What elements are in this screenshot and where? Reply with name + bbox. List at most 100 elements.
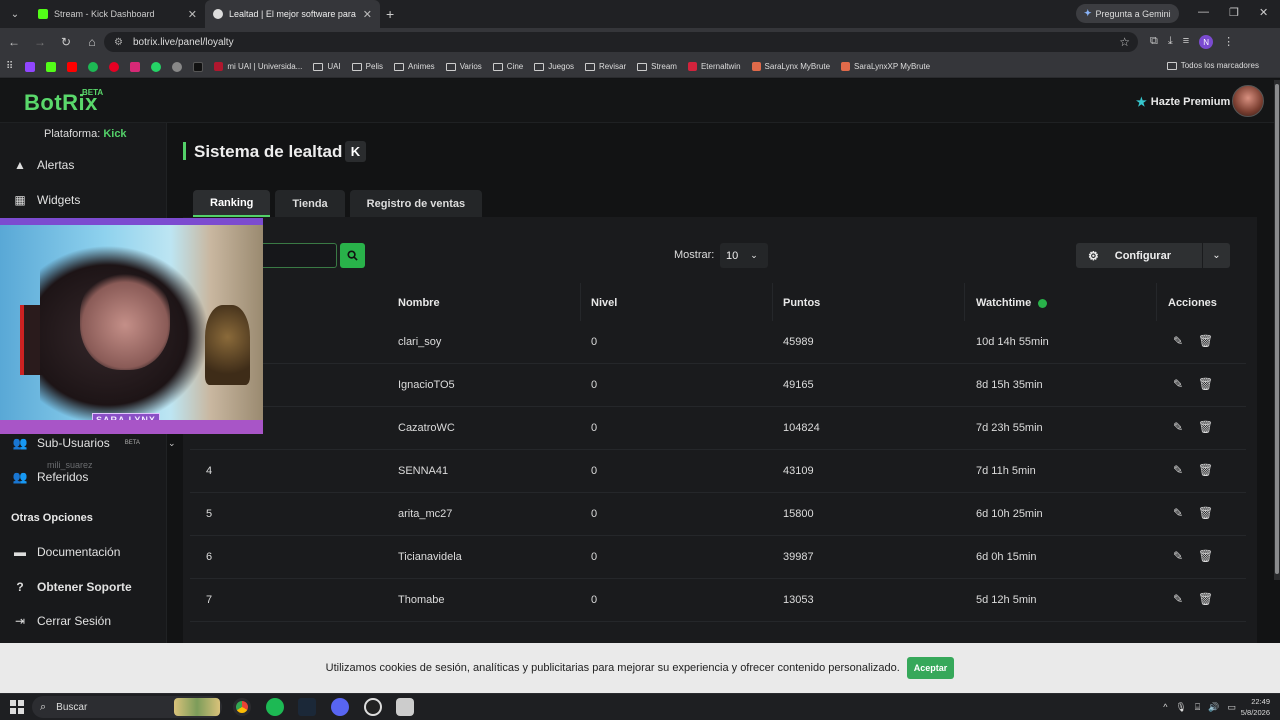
edit-icon[interactable]: ✎ <box>1173 463 1183 477</box>
menu-kebab-icon[interactable]: ⋮ <box>1223 35 1234 49</box>
sidebar-item-widgets[interactable]: ▦ Widgets <box>12 193 80 207</box>
windows-start-icon[interactable] <box>10 700 24 714</box>
bookmark-folder[interactable]: Revisar <box>585 62 626 71</box>
sidebar-item-label: Referidos <box>37 470 89 484</box>
download-icon[interactable]: ⤓ <box>1168 35 1173 49</box>
gemini-button[interactable]: ✦ Pregunta a Gemini <box>1076 4 1179 23</box>
threads-icon[interactable] <box>172 61 183 72</box>
trash-icon[interactable]: 🗑 <box>1198 377 1213 391</box>
trash-icon[interactable]: 🗑 <box>1198 592 1213 606</box>
bookmark-folder[interactable]: Varios <box>445 62 482 71</box>
sidebar-item-soporte[interactable]: ? Obtener Soporte <box>12 580 131 594</box>
table-row: IgnacioTO5 0 49165 8d 15h 35min ✎ 🗑 <box>190 364 1246 407</box>
sidebar-item-documentacion[interactable]: ▬ Documentación <box>12 545 120 559</box>
trash-icon[interactable]: 🗑 <box>1198 549 1213 563</box>
app-icon[interactable] <box>396 698 414 716</box>
bookmark-folder[interactable]: Juegos <box>534 62 574 71</box>
bookmark-star-icon[interactable]: ☆ <box>1119 35 1130 49</box>
sidebar-item-sub-usuarios[interactable]: 👥 Sub-Usuarios BETA ⌄ <box>12 436 176 450</box>
trash-icon[interactable]: 🗑 <box>1198 420 1213 434</box>
tab-registro-ventas[interactable]: Registro de ventas <box>349 190 483 217</box>
column-header-watchtime[interactable]: Watchtime <box>976 297 1048 309</box>
restore-icon[interactable]: ❐ <box>1229 6 1239 19</box>
spotify-icon[interactable] <box>88 61 99 72</box>
back-icon[interactable]: ← <box>2 35 26 49</box>
browser-tab-kick[interactable]: Stream - Kick Dashboard ✕ <box>30 0 205 28</box>
browser-tab-lealtad[interactable]: Lealtad | El mejor software para ✕ <box>205 0 380 28</box>
kick-icon[interactable] <box>46 61 57 72</box>
chrome-icon[interactable] <box>233 698 251 716</box>
bookmark-mybrute[interactable]: SaraLynx MyBrute <box>751 62 830 71</box>
user-avatar[interactable] <box>1232 85 1264 117</box>
configure-button[interactable]: ⚙ Configurar <box>1076 243 1202 268</box>
bookmark-folder[interactable]: UAI <box>313 62 341 71</box>
reading-list-icon[interactable]: ≡ <box>1183 35 1189 49</box>
obs-icon[interactable] <box>364 698 382 716</box>
premium-button[interactable]: ★ Hazte Premium <box>1136 95 1230 109</box>
search-highlight-icon[interactable] <box>174 698 220 716</box>
trash-icon[interactable]: 🗑 <box>1198 506 1213 520</box>
site-info-icon[interactable]: ⚙ <box>114 37 123 48</box>
home-icon[interactable]: ⌂ <box>80 35 104 49</box>
edit-icon[interactable]: ✎ <box>1173 506 1183 520</box>
network-icon[interactable]: ⌸ <box>1195 702 1200 713</box>
edit-icon[interactable]: ✎ <box>1173 592 1183 606</box>
bookmark-uai[interactable]: mi UAI | Universida... <box>214 62 302 71</box>
youtube-icon[interactable] <box>67 61 78 72</box>
microphone-icon[interactable]: 🎙 <box>1175 702 1186 713</box>
extensions-icon[interactable]: ⧉ <box>1150 35 1158 49</box>
close-tab-icon[interactable]: ✕ <box>188 8 197 21</box>
steam-icon[interactable] <box>298 698 316 716</box>
minimize-icon[interactable]: — <box>1198 6 1209 18</box>
search-input[interactable] <box>255 243 337 268</box>
bookmark-folder[interactable]: Pelis <box>351 62 383 71</box>
bookmark-folder[interactable]: Stream <box>637 62 677 71</box>
edit-icon[interactable]: ✎ <box>1173 377 1183 391</box>
bookmark-folder[interactable]: Cine <box>492 62 523 71</box>
discord-icon[interactable] <box>331 698 349 716</box>
bookmark-mybrute-xp[interactable]: SaraLynxXP MyBrute <box>841 62 930 71</box>
chevron-up-icon[interactable]: ^ <box>1163 702 1167 713</box>
taskbar-clock[interactable]: 22:49 5/8/2026 <box>1241 696 1270 718</box>
bookmark-folder[interactable]: Animes <box>394 62 435 71</box>
battery-icon[interactable]: ▭ <box>1227 702 1236 713</box>
tab-ranking[interactable]: Ranking <box>193 190 271 217</box>
edit-icon[interactable]: ✎ <box>1173 420 1183 434</box>
profile-avatar[interactable]: N <box>1199 35 1214 49</box>
column-header-puntos[interactable]: Puntos <box>783 297 820 309</box>
sidebar-item-cerrar-sesion[interactable]: ⇥ Cerrar Sesión <box>12 614 111 628</box>
all-bookmarks[interactable]: Todos los marcadores <box>1166 61 1259 70</box>
trash-icon[interactable]: 🗑 <box>1198 334 1213 348</box>
gears-icon: ⚙ <box>1088 248 1099 263</box>
accept-cookies-button[interactable]: Aceptar <box>906 657 955 679</box>
new-tab-icon[interactable]: + <box>386 6 394 22</box>
tab-tienda[interactable]: Tienda <box>275 190 345 217</box>
page-scrollbar-thumb[interactable] <box>1275 84 1279 574</box>
close-window-icon[interactable]: ✕ <box>1259 6 1268 19</box>
apps-grid-icon[interactable]: ⠿ <box>6 61 13 72</box>
reload-icon[interactable]: ↻ <box>54 35 78 49</box>
show-select[interactable]: 10 ⌄ <box>720 243 768 268</box>
column-header-nombre[interactable]: Nombre <box>398 297 440 309</box>
close-tab-icon[interactable]: ✕ <box>363 8 372 21</box>
info-icon[interactable] <box>1038 298 1048 308</box>
edit-icon[interactable]: ✎ <box>1173 334 1183 348</box>
tiktok-icon[interactable] <box>193 61 204 72</box>
sidebar-item-alertas[interactable]: ▲ Alertas <box>12 158 74 172</box>
pinterest-icon[interactable] <box>109 61 120 72</box>
instagram-icon[interactable] <box>130 61 141 72</box>
search-button[interactable] <box>340 243 365 268</box>
url-bar[interactable]: ⚙ botrix.live/panel/loyalty ☆ <box>104 32 1138 52</box>
forward-icon[interactable]: → <box>28 35 52 49</box>
spotify-icon[interactable] <box>266 698 284 716</box>
volume-icon[interactable]: 🔊 <box>1208 702 1219 713</box>
twitch-icon[interactable] <box>25 61 36 72</box>
column-header-nivel[interactable]: Nivel <box>591 297 617 309</box>
bookmark-eternaltwin[interactable]: Eternaltwin <box>687 62 741 71</box>
trash-icon[interactable]: 🗑 <box>1198 463 1213 477</box>
whatsapp-icon[interactable] <box>151 61 162 72</box>
sidebar-item-referidos[interactable]: 👥 Referidos <box>12 470 89 484</box>
edit-icon[interactable]: ✎ <box>1173 549 1183 563</box>
tab-search-icon[interactable]: ⌄ <box>4 3 26 25</box>
configure-dropdown-button[interactable]: ⌄ <box>1203 243 1230 268</box>
